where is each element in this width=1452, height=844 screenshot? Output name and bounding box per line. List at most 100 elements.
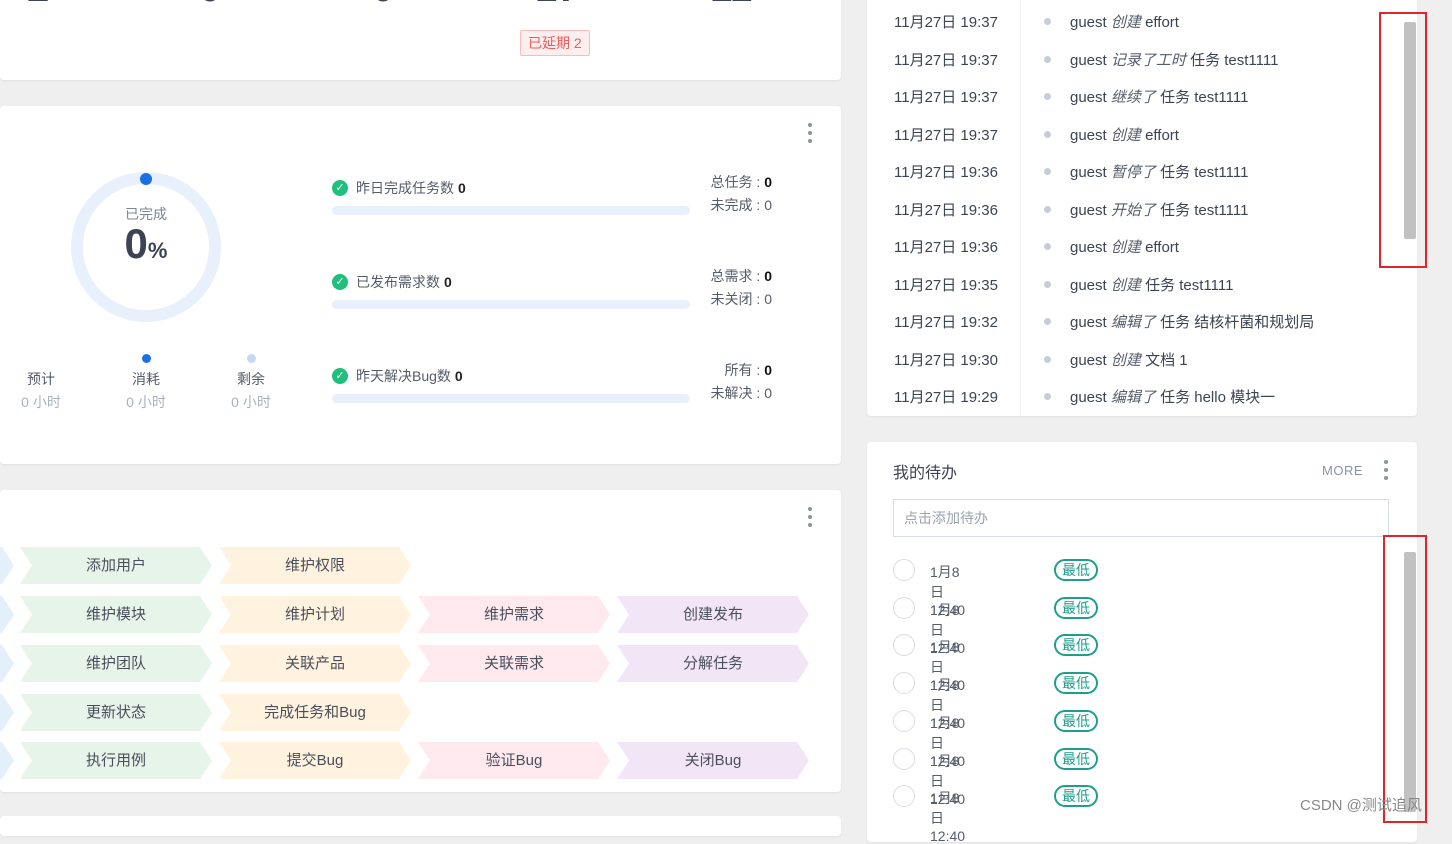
progress-card: 已完成 0% 预计 0 小时 消耗 0 小时 剩余 0 小时 ✓ 昨日完成任务数 0…: [0, 106, 841, 464]
workflow-step-partial[interactable]: [0, 547, 14, 584]
metric-count[interactable]: 0: [455, 368, 463, 384]
highlight-box: [1383, 535, 1427, 823]
stat-value[interactable]: 0: [764, 268, 772, 284]
todo-title: 我的待办: [893, 465, 958, 482]
timeline-dot: [1044, 93, 1051, 100]
timeline-dot: [1044, 18, 1051, 25]
dynamic-time: 11月27日 19:29: [894, 389, 998, 406]
dynamics-card: 11月27日 19:37 guest 创建 effort 11月27日 19:3…: [867, 0, 1417, 416]
dynamic-text[interactable]: guest 创建 effort: [1070, 11, 1179, 32]
workflow-step-partial[interactable]: [0, 742, 14, 779]
metric-progress-bar: [332, 206, 690, 215]
stat-number[interactable]: 11: [710, 0, 752, 11]
todo-checkbox[interactable]: [893, 748, 915, 770]
dynamic-text[interactable]: guest 创建 任务 test1111: [1070, 274, 1233, 295]
metric-title[interactable]: 已发布需求数: [356, 272, 440, 292]
stat-label: 总任务 :: [710, 174, 765, 190]
timeline-dot: [1044, 393, 1051, 400]
dynamic-time: 11月27日 19:37: [894, 127, 998, 144]
todo-checkbox[interactable]: [893, 597, 915, 619]
workflow-step[interactable]: 验证Bug: [418, 742, 610, 779]
timeline-dot: [1044, 168, 1051, 175]
watermark: CSDN @测试追风: [1300, 797, 1422, 814]
timeline-dot: [1044, 206, 1051, 213]
stat-number[interactable]: 0: [372, 0, 394, 11]
workflow-step[interactable]: 关闭Bug: [617, 742, 809, 779]
metric-bugs-resolved: ✓ 昨天解决Bug数 0: [332, 366, 692, 403]
metric-stats: 总需求 : 0 未关闭 : 0: [640, 265, 772, 311]
todo-checkbox[interactable]: [893, 710, 915, 732]
todo-checkbox[interactable]: [893, 785, 915, 807]
todo-checkbox[interactable]: [893, 634, 915, 656]
workflow-step[interactable]: 维护权限: [219, 547, 411, 584]
metric-count[interactable]: 0: [444, 274, 452, 290]
workflow-step-partial[interactable]: [0, 596, 14, 633]
stat-number[interactable]: 0: [199, 0, 221, 11]
consumed-legend-dot: [141, 354, 151, 363]
delayed-badge[interactable]: 已延期 2: [520, 30, 590, 56]
stat-line[interactable]: 未关闭 : 0: [640, 288, 772, 311]
workflow-step[interactable]: 完成任务和Bug: [219, 694, 411, 731]
timeline-dot: [1044, 356, 1051, 363]
priority-badge: 最低: [1054, 748, 1098, 770]
workflow-step-partial[interactable]: [0, 694, 14, 731]
priority-badge: 最低: [1054, 559, 1098, 581]
metric-stories-released: ✓ 已发布需求数 0: [332, 272, 692, 309]
card-menu-icon[interactable]: [807, 123, 813, 145]
dynamic-time: 11月27日 19:35: [894, 277, 998, 294]
todo-checkbox[interactable]: [893, 559, 915, 581]
workflow-step[interactable]: 更新状态: [20, 694, 212, 731]
metric-title[interactable]: 昨天解决Bug数: [356, 366, 451, 386]
card-menu-icon[interactable]: [1383, 460, 1389, 482]
priority-badge: 最低: [1054, 672, 1098, 694]
stat-line[interactable]: 未完成 : 0: [640, 194, 772, 217]
workflow-step[interactable]: 分解任务: [617, 645, 809, 682]
progress-ring-value: 0%: [124, 220, 168, 267]
more-link[interactable]: MORE: [1322, 463, 1363, 478]
dynamic-text[interactable]: guest 开始了 任务 test1111: [1070, 199, 1248, 220]
dynamic-text[interactable]: guest 创建 effort: [1070, 124, 1179, 145]
dynamic-time: 11月27日 19:37: [894, 14, 998, 31]
workflow-step[interactable]: 维护计划: [219, 596, 411, 633]
workflow-step[interactable]: 关联需求: [418, 645, 610, 682]
card-menu-icon[interactable]: [807, 507, 813, 529]
dynamic-text[interactable]: guest 编辑了 任务 hello 模块一: [1070, 386, 1275, 407]
metric-stats: 所有 : 0 未解决 : 0: [640, 359, 772, 405]
workflow-step[interactable]: 关联产品: [219, 645, 411, 682]
stat-value[interactable]: 0: [764, 174, 772, 190]
timeline-dot: [1044, 243, 1051, 250]
priority-badge: 最低: [1054, 597, 1098, 619]
dynamic-text[interactable]: guest 暂停了 任务 test1111: [1070, 161, 1248, 182]
workflow-step[interactable]: 创建发布: [617, 596, 809, 633]
dynamic-text[interactable]: guest 继续了 任务 test1111: [1070, 86, 1248, 107]
workflow-step[interactable]: 提交Bug: [219, 742, 411, 779]
dynamic-text[interactable]: guest 创建 effort: [1070, 236, 1179, 257]
dynamic-time: 11月27日 19:32: [894, 314, 998, 331]
workflow-step[interactable]: 添加用户: [20, 547, 212, 584]
metric-tasks-finished: ✓ 昨日完成任务数 0: [332, 178, 692, 215]
add-todo-input[interactable]: [893, 499, 1389, 537]
dynamic-time: 11月27日 19:37: [894, 89, 998, 106]
stat-value[interactable]: 0: [764, 362, 772, 378]
check-circle-icon: ✓: [332, 180, 348, 196]
metric-progress-bar: [332, 394, 690, 403]
stat-line[interactable]: 未解决 : 0: [640, 382, 772, 405]
dynamic-time: 11月27日 19:36: [894, 239, 998, 256]
workflow-step[interactable]: 维护需求: [418, 596, 610, 633]
stat-number[interactable]: 17: [535, 0, 580, 11]
workflow-step-partial[interactable]: [0, 645, 14, 682]
workflow-step[interactable]: 维护模块: [20, 596, 212, 633]
metric-title[interactable]: 昨日完成任务数: [356, 178, 454, 198]
todo-date[interactable]: 1月8日 12:40: [930, 788, 965, 844]
dynamic-text[interactable]: guest 编辑了 任务 结核杆菌和规划局: [1070, 311, 1314, 332]
dynamic-text[interactable]: guest 记录了工时 任务 test1111: [1070, 49, 1278, 70]
stat-number[interactable]: 2: [27, 0, 49, 11]
workflow-step[interactable]: 维护团队: [20, 645, 212, 682]
metric-count[interactable]: 0: [458, 180, 466, 196]
todo-checkbox[interactable]: [893, 672, 915, 694]
hours-consumed: 消耗 0 小时: [111, 354, 181, 412]
workflow-step[interactable]: 执行用例: [20, 742, 212, 779]
hours-label: 预计: [27, 371, 55, 387]
dynamic-time: 11月27日 19:30: [894, 352, 998, 369]
dynamic-text[interactable]: guest 创建 文档 1: [1070, 349, 1188, 370]
